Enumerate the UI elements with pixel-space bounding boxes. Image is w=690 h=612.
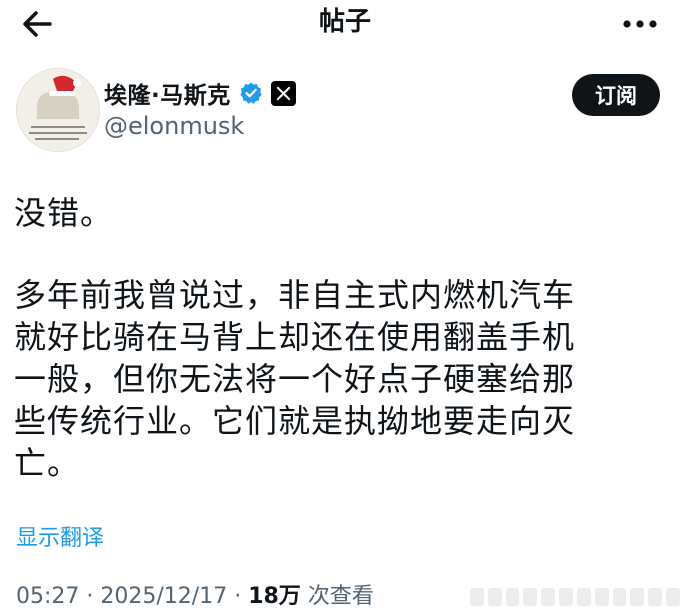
avatar-image (17, 69, 99, 151)
author-name[interactable]: 埃隆·马斯克 (104, 76, 231, 110)
post-meta: 05:27 · 2025/12/17 · 18万 次查看 (16, 578, 374, 610)
avatar[interactable] (16, 68, 100, 152)
x-logo-icon (270, 80, 296, 106)
show-translation-link[interactable]: 显示翻译 (16, 520, 104, 552)
more-horizontal-icon[interactable] (618, 6, 662, 42)
post-paragraph: 没错。 (14, 194, 114, 232)
post-date[interactable]: 2025/12/17 (100, 584, 227, 609)
author-handle[interactable]: @elonmusk (104, 112, 244, 140)
author-name-row: 埃隆·马斯克 (104, 76, 296, 110)
top-bar: 帖子 (0, 0, 690, 52)
post-body: 没错。 多年前我曾说过，非自主式内燃机汽车 就好比骑在马背上却还在使用翻盖手机 … (14, 192, 674, 484)
meta-separator: · (227, 584, 249, 609)
subscribe-button[interactable]: 订阅 (572, 74, 660, 116)
verified-badge-icon (240, 82, 262, 104)
meta-separator: · (79, 584, 101, 609)
page-title: 帖子 (318, 7, 371, 37)
post-time[interactable]: 05:27 (16, 584, 79, 609)
views-count: 18万 (248, 584, 301, 609)
views-label: 次查看 (307, 584, 374, 609)
watermark (470, 588, 680, 606)
post-paragraph: 多年前我曾说过，非自主式内燃机汽车 就好比骑在马背上却还在使用翻盖手机 一般，但… (14, 276, 576, 482)
